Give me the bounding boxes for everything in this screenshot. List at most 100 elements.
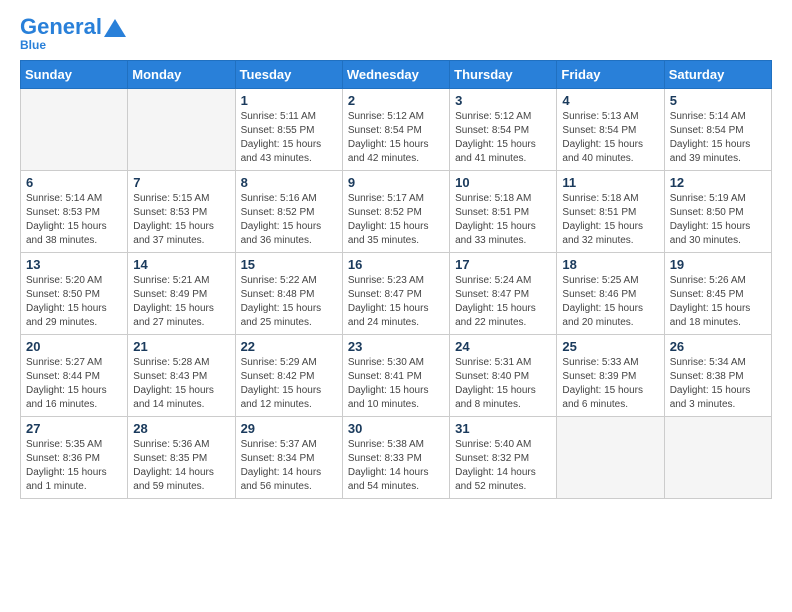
cell-content: Sunrise: 5:26 AMSunset: 8:45 PMDaylight:… xyxy=(670,274,766,330)
cell-content: Sunrise: 5:36 AMSunset: 8:35 PMDaylight:… xyxy=(133,438,229,494)
calendar-cell: 10 Sunrise: 5:18 AMSunset: 8:51 PMDayligh… xyxy=(450,171,557,253)
day-number: 6 xyxy=(26,175,122,190)
day-number: 20 xyxy=(26,339,122,354)
day-number: 8 xyxy=(241,175,337,190)
day-of-week-header: Wednesday xyxy=(342,61,449,89)
day-number: 1 xyxy=(241,93,337,108)
day-number: 2 xyxy=(348,93,444,108)
day-number: 13 xyxy=(26,257,122,272)
cell-content: Sunrise: 5:25 AMSunset: 8:46 PMDaylight:… xyxy=(562,274,658,330)
day-number: 7 xyxy=(133,175,229,190)
cell-content: Sunrise: 5:34 AMSunset: 8:38 PMDaylight:… xyxy=(670,356,766,412)
calendar-cell: 16 Sunrise: 5:23 AMSunset: 8:47 PMDayligh… xyxy=(342,253,449,335)
cell-content: Sunrise: 5:27 AMSunset: 8:44 PMDaylight:… xyxy=(26,356,122,412)
calendar-week-row: 1Sunrise: 5:11 AMSunset: 8:55 PMDaylight… xyxy=(21,89,772,171)
cell-content: Sunrise: 5:40 AMSunset: 8:32 PMDaylight:… xyxy=(455,438,551,494)
cell-content: Sunrise: 5:14 AMSunset: 8:54 PMDaylight:… xyxy=(670,110,766,166)
day-number: 24 xyxy=(455,339,551,354)
cell-content: Sunrise: 5:14 AMSunset: 8:53 PMDaylight:… xyxy=(26,192,122,248)
calendar-cell: 4Sunrise: 5:13 AMSunset: 8:54 PMDaylight… xyxy=(557,89,664,171)
day-number: 23 xyxy=(348,339,444,354)
calendar-cell: 30 Sunrise: 5:38 AMSunset: 8:33 PMDayligh… xyxy=(342,417,449,499)
logo-triangle-icon xyxy=(104,19,126,37)
cell-content: Sunrise: 5:28 AMSunset: 8:43 PMDaylight:… xyxy=(133,356,229,412)
cell-content: Sunrise: 5:24 AMSunset: 8:47 PMDaylight:… xyxy=(455,274,551,330)
day-number: 14 xyxy=(133,257,229,272)
day-number: 30 xyxy=(348,421,444,436)
calendar-cell: 23 Sunrise: 5:30 AMSunset: 8:41 PMDayligh… xyxy=(342,335,449,417)
cell-content: Sunrise: 5:18 AMSunset: 8:51 PMDaylight:… xyxy=(455,192,551,248)
calendar-cell: 9Sunrise: 5:17 AMSunset: 8:52 PMDaylight… xyxy=(342,171,449,253)
day-of-week-header: Friday xyxy=(557,61,664,89)
cell-content: Sunrise: 5:23 AMSunset: 8:47 PMDaylight:… xyxy=(348,274,444,330)
calendar-cell: 11 Sunrise: 5:18 AMSunset: 8:51 PMDayligh… xyxy=(557,171,664,253)
cell-content: Sunrise: 5:22 AMSunset: 8:48 PMDaylight:… xyxy=(241,274,337,330)
day-number: 25 xyxy=(562,339,658,354)
calendar-cell xyxy=(21,89,128,171)
calendar-cell: 1Sunrise: 5:11 AMSunset: 8:55 PMDaylight… xyxy=(235,89,342,171)
calendar-cell: 26 Sunrise: 5:34 AMSunset: 8:38 PMDayligh… xyxy=(664,335,771,417)
cell-content: Sunrise: 5:30 AMSunset: 8:41 PMDaylight:… xyxy=(348,356,444,412)
calendar-cell: 27 Sunrise: 5:35 AMSunset: 8:36 PMDayligh… xyxy=(21,417,128,499)
calendar-header-row: SundayMondayTuesdayWednesdayThursdayFrid… xyxy=(21,61,772,89)
calendar-cell: 2 Sunrise: 5:12 AMSunset: 8:54 PMDaylight… xyxy=(342,89,449,171)
day-of-week-header: Monday xyxy=(128,61,235,89)
cell-content: Sunrise: 5:18 AMSunset: 8:51 PMDaylight:… xyxy=(562,192,658,248)
day-number: 15 xyxy=(241,257,337,272)
logo: General Blue xyxy=(20,16,126,52)
calendar-cell: 21 Sunrise: 5:28 AMSunset: 8:43 PMDayligh… xyxy=(128,335,235,417)
day-number: 18 xyxy=(562,257,658,272)
logo-blue-text: Blue xyxy=(20,38,46,52)
calendar-cell: 13Sunrise: 5:20 AMSunset: 8:50 PMDayligh… xyxy=(21,253,128,335)
day-number: 19 xyxy=(670,257,766,272)
day-number: 16 xyxy=(348,257,444,272)
day-number: 21 xyxy=(133,339,229,354)
cell-content: Sunrise: 5:35 AMSunset: 8:36 PMDaylight:… xyxy=(26,438,122,494)
calendar-cell: 17 Sunrise: 5:24 AMSunset: 8:47 PMDayligh… xyxy=(450,253,557,335)
calendar-cell: 12Sunrise: 5:19 AMSunset: 8:50 PMDayligh… xyxy=(664,171,771,253)
calendar-week-row: 27 Sunrise: 5:35 AMSunset: 8:36 PMDayligh… xyxy=(21,417,772,499)
day-number: 17 xyxy=(455,257,551,272)
calendar-cell xyxy=(557,417,664,499)
day-number: 26 xyxy=(670,339,766,354)
calendar-cell: 14Sunrise: 5:21 AMSunset: 8:49 PMDayligh… xyxy=(128,253,235,335)
calendar-cell: 15 Sunrise: 5:22 AMSunset: 8:48 PMDayligh… xyxy=(235,253,342,335)
day-number: 11 xyxy=(562,175,658,190)
calendar-cell: 5 Sunrise: 5:14 AMSunset: 8:54 PMDaylight… xyxy=(664,89,771,171)
logo-text: General xyxy=(20,16,102,38)
calendar-week-row: 20 Sunrise: 5:27 AMSunset: 8:44 PMDayligh… xyxy=(21,335,772,417)
day-number: 27 xyxy=(26,421,122,436)
calendar-table: SundayMondayTuesdayWednesdayThursdayFrid… xyxy=(20,60,772,499)
day-number: 5 xyxy=(670,93,766,108)
cell-content: Sunrise: 5:12 AMSunset: 8:54 PMDaylight:… xyxy=(348,110,444,166)
cell-content: Sunrise: 5:12 AMSunset: 8:54 PMDaylight:… xyxy=(455,110,551,166)
calendar-cell: 31Sunrise: 5:40 AMSunset: 8:32 PMDayligh… xyxy=(450,417,557,499)
calendar-cell: 28 Sunrise: 5:36 AMSunset: 8:35 PMDayligh… xyxy=(128,417,235,499)
calendar-cell: 22Sunrise: 5:29 AMSunset: 8:42 PMDayligh… xyxy=(235,335,342,417)
calendar-cell: 19 Sunrise: 5:26 AMSunset: 8:45 PMDayligh… xyxy=(664,253,771,335)
day-number: 29 xyxy=(241,421,337,436)
cell-content: Sunrise: 5:17 AMSunset: 8:52 PMDaylight:… xyxy=(348,192,444,248)
calendar-week-row: 6 Sunrise: 5:14 AMSunset: 8:53 PMDaylight… xyxy=(21,171,772,253)
cell-content: Sunrise: 5:33 AMSunset: 8:39 PMDaylight:… xyxy=(562,356,658,412)
day-number: 22 xyxy=(241,339,337,354)
calendar-week-row: 13Sunrise: 5:20 AMSunset: 8:50 PMDayligh… xyxy=(21,253,772,335)
day-of-week-header: Sunday xyxy=(21,61,128,89)
day-number: 10 xyxy=(455,175,551,190)
page-header: General Blue xyxy=(20,16,772,52)
calendar-cell: 25 Sunrise: 5:33 AMSunset: 8:39 PMDayligh… xyxy=(557,335,664,417)
calendar-cell: 3Sunrise: 5:12 AMSunset: 8:54 PMDaylight… xyxy=(450,89,557,171)
cell-content: Sunrise: 5:38 AMSunset: 8:33 PMDaylight:… xyxy=(348,438,444,494)
calendar-cell xyxy=(664,417,771,499)
calendar-cell: 7 Sunrise: 5:15 AMSunset: 8:53 PMDaylight… xyxy=(128,171,235,253)
calendar-cell: 18 Sunrise: 5:25 AMSunset: 8:46 PMDayligh… xyxy=(557,253,664,335)
cell-content: Sunrise: 5:15 AMSunset: 8:53 PMDaylight:… xyxy=(133,192,229,248)
cell-content: Sunrise: 5:16 AMSunset: 8:52 PMDaylight:… xyxy=(241,192,337,248)
day-number: 28 xyxy=(133,421,229,436)
calendar-cell: 24Sunrise: 5:31 AMSunset: 8:40 PMDayligh… xyxy=(450,335,557,417)
day-number: 4 xyxy=(562,93,658,108)
calendar-cell: 20 Sunrise: 5:27 AMSunset: 8:44 PMDayligh… xyxy=(21,335,128,417)
day-number: 12 xyxy=(670,175,766,190)
calendar-cell: 6 Sunrise: 5:14 AMSunset: 8:53 PMDaylight… xyxy=(21,171,128,253)
day-of-week-header: Tuesday xyxy=(235,61,342,89)
